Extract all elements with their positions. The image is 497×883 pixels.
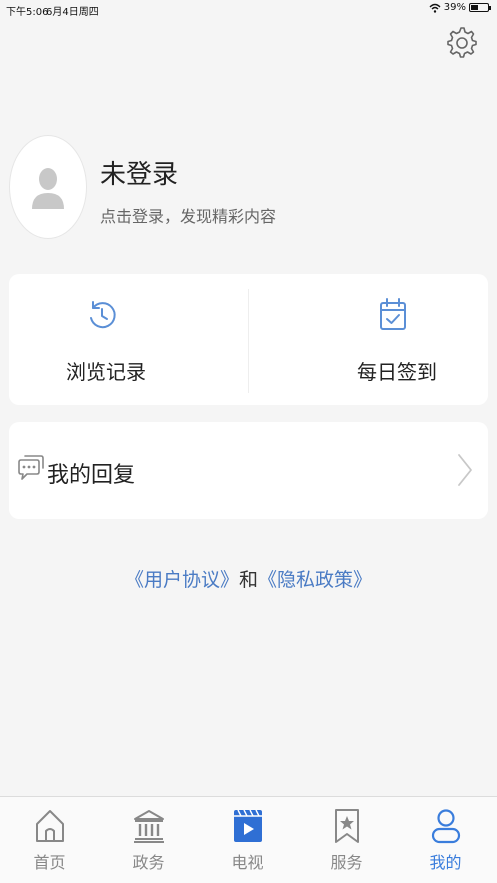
daily-checkin-label: 每日签到	[357, 360, 437, 384]
calendar-check-icon	[380, 298, 406, 330]
tab-government[interactable]: 政务	[99, 797, 198, 883]
tab-tv[interactable]: 电视	[198, 797, 297, 883]
daily-checkin-button[interactable]: 每日签到	[249, 274, 488, 405]
settings-gear-icon[interactable]	[445, 26, 479, 60]
user-agreement-link[interactable]: 《用户协议》	[125, 569, 239, 591]
avatar[interactable]	[9, 135, 87, 239]
chevron-right-icon	[458, 454, 472, 486]
login-title[interactable]: 未登录	[100, 154, 178, 191]
tab-services-label: 服务	[330, 853, 363, 872]
my-replies-label: 我的回复	[47, 463, 136, 488]
history-icon	[90, 301, 116, 329]
status-date: 6月4日周四	[46, 7, 99, 18]
tab-services[interactable]: 服务	[297, 797, 396, 883]
battery-fill	[471, 5, 479, 10]
user-icon	[431, 809, 461, 844]
battery-percent: 39%	[443, 2, 466, 13]
browse-history-button[interactable]: 浏览记录	[9, 274, 248, 405]
tab-home-label: 首页	[33, 853, 66, 872]
bookmark-star-icon	[335, 809, 359, 843]
battery-icon	[469, 3, 491, 12]
status-right: 39%	[429, 2, 491, 13]
tv-play-icon	[234, 809, 262, 842]
browse-history-label: 浏览记录	[66, 360, 146, 384]
tab-mine[interactable]: 我的	[396, 797, 495, 883]
home-icon	[36, 810, 64, 842]
government-building-icon	[134, 810, 164, 843]
privacy-policy-link[interactable]: 《隐私政策》	[258, 569, 372, 591]
quick-actions-card: 浏览记录 每日签到	[9, 274, 488, 405]
chat-bubbles-icon	[18, 455, 44, 480]
default-avatar-icon	[32, 168, 64, 209]
tab-home[interactable]: 首页	[0, 797, 99, 883]
login-subtitle[interactable]: 点击登录，发现精彩内容	[100, 203, 276, 227]
status-time: 下午5:06	[6, 7, 49, 18]
my-replies-row[interactable]: 我的回复	[9, 422, 488, 519]
agreement-and: 和	[238, 569, 258, 591]
agreement-links: 《用户协议》和《隐私政策》	[0, 565, 497, 592]
status-bar: 下午5:06 6月4日周四 39%	[0, 0, 497, 18]
wifi-icon	[429, 3, 441, 13]
tab-tv-label: 电视	[231, 853, 264, 872]
tab-government-label: 政务	[132, 853, 165, 872]
tab-bar: 首页 政务 电视 服务 我的	[0, 796, 497, 883]
tab-mine-label: 我的	[429, 853, 462, 872]
